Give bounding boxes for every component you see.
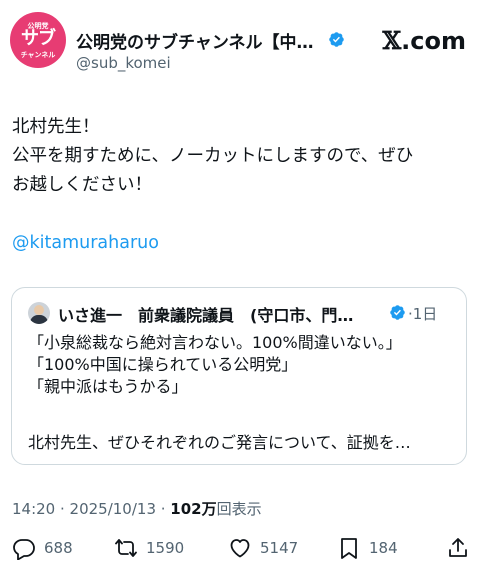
action-bar: 688 1590 5147 184 <box>0 532 480 564</box>
like-count: 5147 <box>260 539 299 557</box>
author-display-name[interactable]: 公明党のサブチャンネル【中… <box>76 28 314 53</box>
quoted-text-line: 「100%中国に操られている公明党」 <box>28 355 298 374</box>
quoted-author-name: いさ進一 前衆議院議員 (守口市、門… <box>58 306 354 325</box>
post-timestamp[interactable]: 14:20 · 2025/10/13 · <box>12 500 170 518</box>
post-header: 公明党 サブ チャンネル 公明党のサブチャンネル【中… @sub_komei 𝕏… <box>10 12 470 78</box>
like-icon <box>230 539 250 558</box>
post-text-line: お越しください！ <box>12 175 152 195</box>
verified-badge-icon <box>329 32 344 47</box>
share-button[interactable] <box>446 532 470 564</box>
repost-icon <box>115 539 137 557</box>
post-text-line: 公平を期すために、ノーカットにしますので、ぜひ <box>12 146 414 166</box>
quoted-text-line: 「親中派はもうかる」 <box>28 377 188 396</box>
x-com-suffix: .com <box>401 27 466 55</box>
quoted-author-avatar <box>28 302 50 324</box>
author-avatar[interactable]: 公明党 サブ チャンネル <box>10 12 66 68</box>
quoted-post-text: 「小泉総裁なら絶対言わない。100%間違いない。」 「100%中国に操られている… <box>28 332 402 398</box>
quoted-text-line: 「小泉総裁なら絶対言わない。100%間違いない。」 <box>28 333 402 352</box>
view-count: 102万 <box>170 500 217 518</box>
share-icon <box>449 538 467 557</box>
avatar-text-main: サブ <box>21 28 56 49</box>
quoted-post-time: ·1日 <box>408 305 438 323</box>
post-metadata: 14:20 · 2025/10/13 · 102万回表示 <box>12 498 262 519</box>
x-com-logo[interactable]: 𝕏.com <box>383 26 466 55</box>
quoted-text-line: 北村先生、ぜひそれぞれのご発言について、証拠を… <box>28 433 411 452</box>
bookmark-count: 184 <box>369 539 398 557</box>
reply-icon <box>13 539 35 560</box>
reply-button[interactable]: 688 <box>12 532 73 564</box>
x-logo-icon: 𝕏 <box>382 26 402 55</box>
verified-badge-icon <box>390 305 405 320</box>
bookmark-button[interactable]: 184 <box>337 532 398 564</box>
post-text-line: 北村先生！ <box>12 117 100 137</box>
like-button[interactable]: 5147 <box>228 532 298 564</box>
quoted-post[interactable]: いさ進一 前衆議院議員 (守口市、門… ·1日 「小泉総裁なら絶対言わない。10… <box>11 287 467 465</box>
repost-button[interactable]: 1590 <box>114 532 184 564</box>
repost-count: 1590 <box>146 539 185 557</box>
bookmark-icon <box>341 538 357 559</box>
post-text: 北村先生！ 公平を期すために、ノーカットにしますので、ぜひ お越しください！ <box>12 113 468 200</box>
avatar-text-bottom: チャンネル <box>20 51 56 59</box>
reply-count: 688 <box>44 539 73 557</box>
view-count-label: 回表示 <box>216 500 262 518</box>
mention-link[interactable]: @kitamuraharuo <box>12 233 159 253</box>
author-handle[interactable]: @sub_komei <box>76 54 171 72</box>
